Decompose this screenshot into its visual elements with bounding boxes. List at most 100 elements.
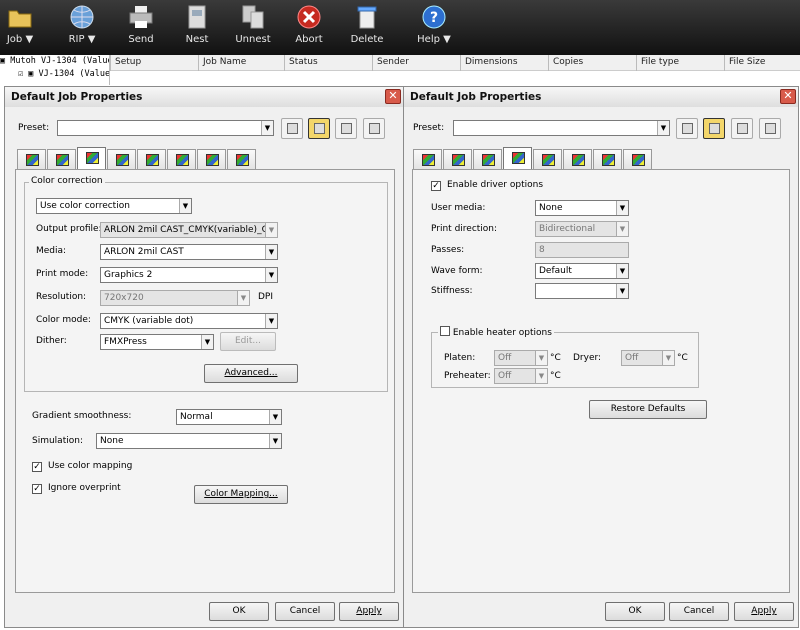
dryer-unit: °C [677,353,688,363]
gradient-smoothness-dropdown[interactable]: Normal ▼ [176,409,282,425]
resolution-dropdown[interactable]: 720x720 ▼ [100,290,250,306]
rename-preset-button[interactable] [731,118,753,139]
tab-media[interactable] [197,149,226,169]
tab-options[interactable] [533,149,562,169]
disk-icon [682,123,693,134]
apply-button[interactable]: Apply [734,602,794,621]
chevron-down-icon: ▼ [179,199,191,213]
column-copies[interactable]: Copies [548,55,636,71]
tab-layout[interactable] [443,149,472,169]
print-mode-value: Graphics 2 [104,270,153,280]
column-sender[interactable]: Sender [372,55,460,71]
tree-item-setup[interactable]: ☑ ▣ VJ-1304 (ValueJ [0,68,109,81]
ignore-overprint-checkbox[interactable]: ✓ [32,484,42,494]
abort-button[interactable]: Abort [288,0,330,55]
dryer-dropdown[interactable]: Off ▼ [621,350,675,366]
job-button[interactable]: Job ▼ [0,0,40,55]
tab-color[interactable] [77,147,106,170]
user-media-dropdown[interactable]: None ▼ [535,200,629,216]
rip-label: RIP [68,34,85,45]
tab-printer[interactable] [503,147,532,170]
tab-options[interactable] [137,149,166,169]
column-file-type[interactable]: File type [636,55,724,71]
output-profile-label: Output profile: [36,224,102,234]
help-label: Help [417,34,440,45]
wave-form-dropdown[interactable]: Default ▼ [535,263,629,279]
use-color-mapping-checkbox[interactable]: ✓ [32,462,42,472]
rename-icon [341,123,352,134]
platen-dropdown[interactable]: Off ▼ [494,350,548,366]
column-job-name[interactable]: Job Name [198,55,284,71]
cancel-button[interactable]: Cancel [275,602,335,621]
gradient-smoothness-label: Gradient smoothness: [32,411,132,421]
tab-general[interactable] [17,149,46,169]
simulation-dropdown[interactable]: None ▼ [96,433,282,449]
tab-general[interactable] [413,149,442,169]
delete-button[interactable]: Delete [346,0,388,55]
chevron-down-icon: ▼ [201,335,213,349]
enable-driver-options-checkbox[interactable]: ✓ [431,181,441,191]
svg-text:?: ? [430,10,438,26]
close-icon[interactable]: ✕ [385,89,401,104]
apply-button[interactable]: Apply [339,602,399,621]
print-mode-dropdown[interactable]: Graphics 2 ▼ [100,267,278,283]
printer-icon [116,154,129,166]
chevron-down-icon: ▼ [616,201,628,215]
tab-layout[interactable] [47,149,76,169]
unnest-button[interactable]: Unnest [230,0,276,55]
enable-heater-options-checkbox[interactable] [440,326,450,336]
nest-button[interactable]: Nest [176,0,218,55]
save-as-preset-button[interactable] [308,118,330,139]
save-preset-button[interactable] [676,118,698,139]
dither-dropdown[interactable]: FMXPress ▼ [100,334,214,350]
passes-value: 8 [539,245,545,255]
color-mapping-button[interactable]: Color Mapping... [194,485,288,504]
stiffness-dropdown[interactable]: ▼ [535,283,629,299]
help-button[interactable]: ? Help ▼ [410,0,458,55]
advanced-button[interactable]: Advanced... [204,364,298,383]
ok-button[interactable]: OK [605,602,665,621]
rename-preset-button[interactable] [335,118,357,139]
wave-form-value: Default [539,266,572,276]
delete-preset-button[interactable] [759,118,781,139]
tab-calibration[interactable] [563,149,592,169]
preset-dropdown[interactable]: ▼ [57,120,274,136]
color-correction-dropdown[interactable]: Use color correction ▼ [36,198,192,214]
enable-heater-options-label: Enable heater options [452,328,552,338]
output-profile-dropdown[interactable]: ARLON 2mil CAST_CMYK(variable)_Graph ▼ [100,222,278,238]
column-file-size[interactable]: File Size [724,55,800,71]
delete-preset-button[interactable] [363,118,385,139]
user-media-value: None [539,203,563,213]
tab-effects[interactable] [623,149,652,169]
column-setup[interactable]: Setup [110,55,198,71]
color-mode-dropdown[interactable]: CMYK (variable dot) ▼ [100,313,278,329]
cancel-button[interactable]: Cancel [669,602,729,621]
save-preset-button[interactable] [281,118,303,139]
ok-button[interactable]: OK [209,602,269,621]
tab-media[interactable] [593,149,622,169]
save-as-preset-button[interactable] [703,118,725,139]
preheater-label: Preheater: [444,371,491,381]
tree-item-printer[interactable]: ▣ Mutoh VJ-1304 (ValueJ [0,55,109,68]
rip-button[interactable]: RIP ▼ [58,0,106,55]
column-status[interactable]: Status [284,55,372,71]
disk-icon [287,123,298,134]
tab-printer[interactable] [107,149,136,169]
simulation-label: Simulation: [32,436,83,446]
tab-effects[interactable] [227,149,256,169]
restore-defaults-button[interactable]: Restore Defaults [589,400,707,419]
print-direction-dropdown[interactable]: Bidirectional ▼ [535,221,629,237]
tab-color[interactable] [473,149,502,169]
send-button[interactable]: Send [120,0,162,55]
media-icon [602,154,615,166]
chevron-down-icon: ▼ [616,264,628,278]
preheater-dropdown[interactable]: Off ▼ [494,368,548,384]
printer-icon [512,152,525,164]
tab-calibration[interactable] [167,149,196,169]
column-dimensions[interactable]: Dimensions [460,55,548,71]
edit-dither-button[interactable]: Edit... [220,332,276,351]
passes-field[interactable]: 8 [535,242,629,258]
media-dropdown[interactable]: ARLON 2mil CAST ▼ [100,244,278,260]
close-icon[interactable]: ✕ [780,89,796,104]
preset-dropdown[interactable]: ▼ [453,120,670,136]
